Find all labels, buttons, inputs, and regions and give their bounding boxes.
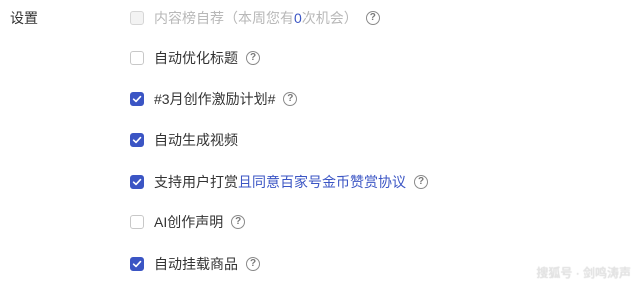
auto-generate-video-checkbox[interactable] (130, 133, 144, 147)
settings-panel: 设置 内容榜自荐（本周您有0次机会） ? 自动优化标题 ? #3月创作激励计划#… (0, 0, 641, 293)
auto-optimize-title-checkbox[interactable] (130, 51, 144, 65)
march-incentive-plan-checkbox[interactable] (130, 92, 144, 106)
settings-section-label: 设置 (10, 10, 38, 26)
option-auto-optimize-title: 自动优化标题 ? (130, 48, 260, 68)
help-question-icon[interactable]: ? (231, 215, 246, 229)
help-question-icon[interactable]: ? (246, 51, 260, 65)
watermark-text: 搜狐号 · 剑鸣涛声 (536, 266, 631, 280)
option-ai-creation-declaration: AI创作声明 ? (130, 212, 246, 232)
march-incentive-plan-label: #3月创作激励计划# (154, 91, 276, 107)
help-question-icon[interactable]: ? (365, 11, 380, 25)
help-question-icon[interactable]: ? (414, 175, 428, 189)
checkmark-icon (132, 260, 142, 268)
self-recommend-checkbox (130, 11, 144, 25)
checkmark-icon (132, 178, 142, 186)
auto-mount-products-checkbox[interactable] (130, 257, 144, 271)
auto-generate-video-label: 自动生成视频 (154, 132, 238, 148)
help-question-icon[interactable]: ? (283, 92, 298, 106)
option-march-incentive-plan: #3月创作激励计划# ? (130, 89, 298, 109)
checkmark-icon (132, 95, 142, 103)
support-user-tips-label: 支持用户打赏且同意百家号金币赞赏协议 (154, 173, 406, 191)
self-recommend-label-suffix: 次机会） (301, 10, 358, 26)
self-recommend-label-text: 内容榜自荐（本周您有 (154, 10, 294, 26)
auto-optimize-title-label: 自动优化标题 (154, 50, 238, 66)
option-support-user-tips: 支持用户打赏且同意百家号金币赞赏协议 ? (130, 172, 428, 192)
option-content-self-recommend: 内容榜自荐（本周您有0次机会） ? (130, 8, 380, 28)
checkmark-icon (132, 136, 142, 144)
support-user-tips-checkbox[interactable] (130, 175, 144, 189)
option-auto-generate-video: 自动生成视频 (130, 130, 238, 150)
auto-mount-products-label: 自动挂载商品 (154, 256, 238, 272)
self-recommend-label: 内容榜自荐（本周您有0次机会） (154, 9, 358, 27)
help-question-icon[interactable]: ? (246, 257, 260, 271)
self-recommend-count: 0 (294, 10, 302, 26)
support-user-tips-text: 支持用户打赏 (154, 174, 238, 190)
option-auto-mount-products: 自动挂载商品 ? (130, 254, 260, 274)
ai-creation-declaration-label: AI创作声明 (154, 214, 224, 230)
ai-creation-declaration-checkbox[interactable] (130, 215, 144, 229)
coin-reward-agreement-link[interactable]: 且同意百家号金币赞赏协议 (238, 174, 406, 190)
